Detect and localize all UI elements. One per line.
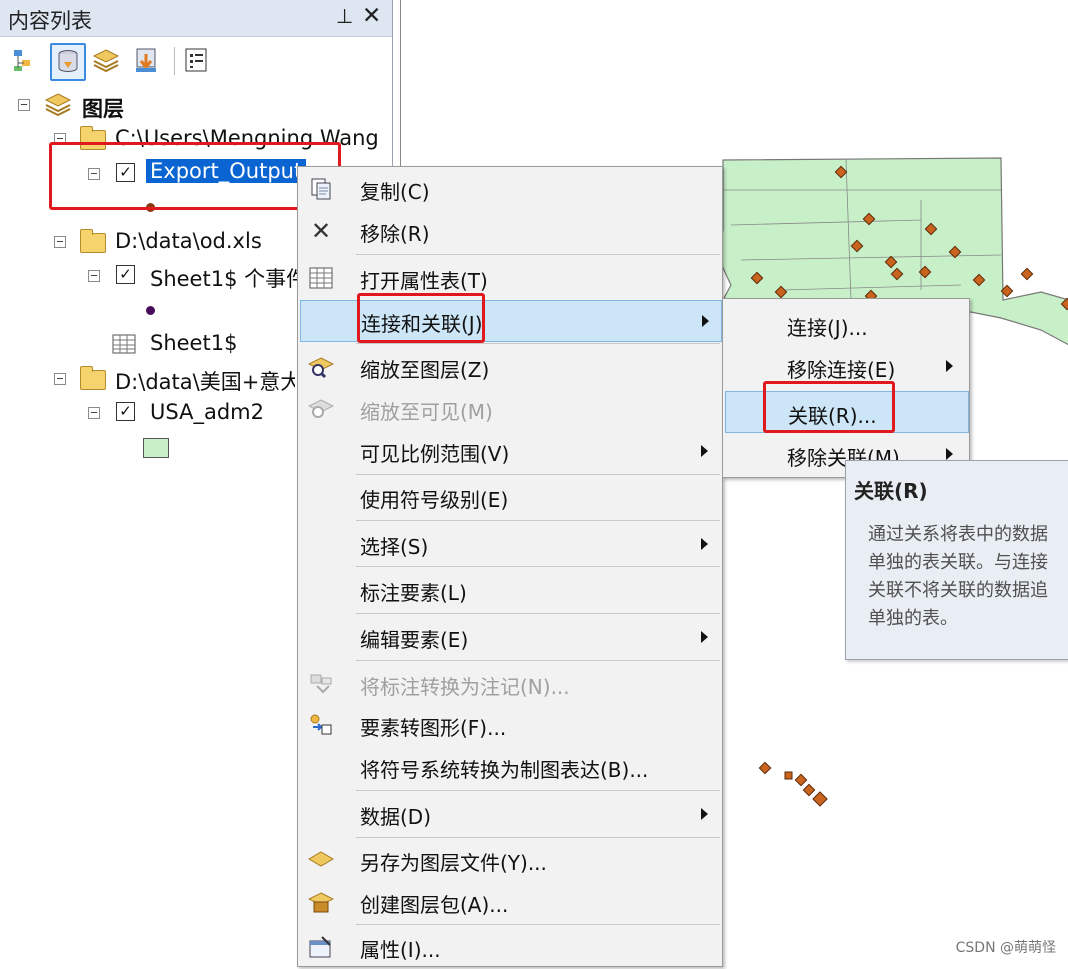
tooltip-body: 通过关系将表中的数据 单独的表关联。与连接 关联不将关联的数据追 单独的表。 (868, 524, 1048, 629)
menu-item-open-attribute-table[interactable]: 打开属性表(T) (300, 258, 720, 298)
zoom-to-visible-icon (308, 396, 334, 422)
submenu-arrow-icon (701, 445, 708, 457)
highlight-callout (763, 381, 895, 433)
tooltip-title: 关联(R) (854, 479, 928, 503)
menu-separator (356, 254, 720, 255)
menu-item-convert-labels-to-annotation[interactable]: 将标注转换为注记(N)... (300, 664, 720, 704)
submenu-item-remove-joins[interactable]: 移除连接(E) (725, 346, 967, 386)
remove-x-icon: ✕ (310, 217, 332, 245)
menu-item-edit-features[interactable]: 编辑要素(E) (300, 617, 720, 657)
layer-sheet1-events[interactable]: Sheet1$ 个事件 (150, 263, 300, 293)
layer-file-icon (308, 847, 334, 873)
copy-icon (308, 176, 334, 202)
collapse-toggle[interactable] (54, 236, 66, 248)
layer-package-icon (308, 889, 334, 915)
collapse-toggle[interactable] (18, 99, 30, 111)
submenu-arrow-icon (701, 808, 708, 820)
properties-icon (308, 934, 334, 960)
collapse-toggle[interactable] (88, 407, 100, 419)
menu-item-label-features[interactable]: 标注要素(L) (300, 570, 720, 610)
menu-item-visible-scale-range[interactable]: 可见比例范围(V) (300, 431, 720, 471)
layers-icon (44, 92, 72, 122)
menu-item-save-as-layer-file[interactable]: 另存为图层文件(Y)... (300, 840, 720, 880)
list-by-selection-icon[interactable] (130, 43, 162, 77)
hawaii-points (758, 761, 828, 807)
highlight-callout (357, 293, 485, 343)
options-icon[interactable] (180, 43, 212, 77)
menu-item-zoom-to-visible[interactable]: 缩放至可见(M) (300, 389, 720, 429)
table-icon (308, 265, 334, 291)
point-symbol (146, 306, 155, 315)
folder-icon (80, 229, 106, 253)
relate-tooltip: 关联(R) 通过关系将表中的数据 单独的表关联。与连接 关联不将关联的数据追 单… (845, 460, 1068, 660)
menu-item-selection[interactable]: 选择(S) (300, 524, 720, 564)
list-by-source-icon[interactable] (50, 43, 86, 81)
menu-separator (356, 660, 720, 661)
menu-item-use-symbol-levels[interactable]: 使用符号级别(E) (300, 477, 720, 517)
layer-context-menu: 复制(C) ✕ 移除(R) 打开属性表(T) 连接和关联(J) 缩放至图层(Z)… (297, 166, 723, 967)
menu-separator (356, 474, 720, 475)
menu-separator (356, 566, 720, 567)
menu-separator (356, 837, 720, 838)
menu-item-properties[interactable]: 属性(I)... (300, 927, 720, 967)
submenu-arrow-icon (701, 538, 708, 550)
menu-item-remove[interactable]: ✕ 移除(R) (300, 211, 720, 251)
close-icon[interactable]: ✕ (362, 3, 381, 29)
table-icon (112, 334, 136, 358)
watermark: CSDN @萌萌怪 (955, 940, 1056, 956)
features-to-graphics-icon (308, 712, 334, 738)
menu-item-create-layer-package[interactable]: 创建图层包(A)... (300, 882, 720, 922)
menu-separator (356, 343, 720, 344)
zoom-to-layer-icon (308, 354, 334, 380)
collapse-toggle[interactable] (88, 270, 100, 282)
convert-labels-icon (308, 671, 334, 697)
pin-icon[interactable]: ⊥ (336, 4, 353, 28)
layer-usa-adm2[interactable]: USA_adm2 (150, 400, 264, 424)
submenu-arrow-icon (702, 315, 709, 327)
list-by-drawing-order-icon[interactable] (10, 43, 42, 77)
menu-separator (356, 520, 720, 521)
menu-item-data[interactable]: 数据(D) (300, 794, 720, 834)
submenu-arrow-icon (701, 631, 708, 643)
layer-visibility-checkbox[interactable]: ✓ (116, 265, 135, 284)
polygon-symbol (143, 438, 169, 458)
toc-toolbar (0, 37, 392, 85)
toc-title: 内容列表 (8, 9, 92, 33)
data-source-path[interactable]: D:\data\od.xls (115, 229, 262, 253)
menu-item-convert-symbology-to-representation[interactable]: 将符号系统转换为制图表达(B)... (300, 747, 720, 787)
menu-separator (356, 924, 720, 925)
submenu-item-join[interactable]: 连接(J)... (725, 304, 967, 344)
menu-item-convert-features-to-graphics[interactable]: 要素转图形(F)... (300, 705, 720, 745)
toc-title-bar: 内容列表 ⊥ ✕ (0, 0, 392, 37)
menu-separator (356, 790, 720, 791)
toolbar-separator (174, 47, 175, 75)
folder-icon (80, 366, 106, 390)
menu-item-zoom-to-layer[interactable]: 缩放至图层(Z) (300, 347, 720, 387)
submenu-arrow-icon (946, 448, 953, 460)
menu-separator (356, 613, 720, 614)
table-sheet1[interactable]: Sheet1$ (150, 331, 237, 355)
menu-item-copy[interactable]: 复制(C) (300, 169, 720, 209)
list-by-visibility-icon[interactable] (90, 43, 122, 77)
collapse-toggle[interactable] (54, 373, 66, 385)
submenu-arrow-icon (946, 360, 953, 372)
layer-visibility-checkbox[interactable]: ✓ (116, 402, 135, 421)
data-source-path[interactable]: D:\data\美国+意大 (115, 366, 295, 396)
layers-root-label[interactable]: 图层 (82, 93, 124, 123)
